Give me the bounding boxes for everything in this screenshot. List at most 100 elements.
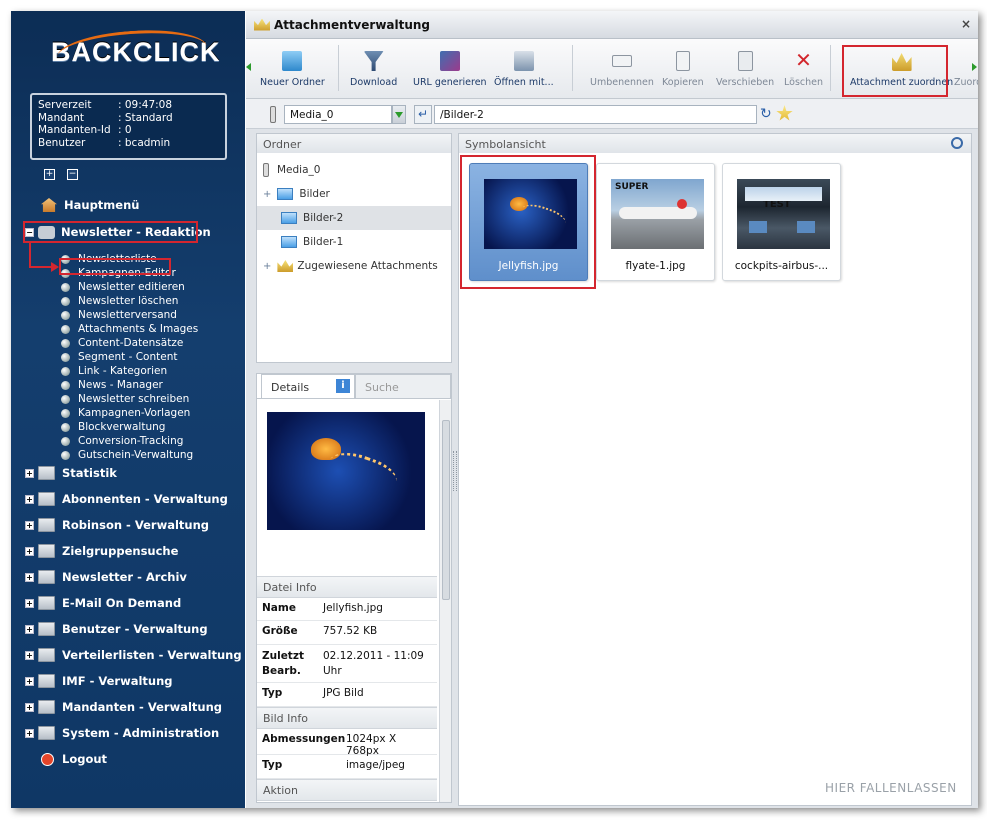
umbenennen-button[interactable]: Umbenennen (590, 51, 654, 88)
scrollbar[interactable] (439, 400, 451, 802)
submenu-item[interactable]: Newsletter schreiben (61, 392, 189, 406)
bild-info-section: Bild Info (257, 707, 437, 729)
download-button[interactable]: Download (350, 51, 397, 88)
zoom-icon[interactable] (951, 137, 963, 149)
expand-icon[interactable]: + (25, 494, 34, 504)
submenu-item[interactable]: Attachments & Images (61, 322, 198, 336)
scrollbar-thumb[interactable] (442, 420, 450, 600)
submenu-item[interactable]: Gutschein-Verwaltung (61, 448, 193, 462)
splitter-handle[interactable] (453, 451, 457, 491)
copy-icon (675, 51, 690, 71)
menu-hauptmenu[interactable]: Hauptmenü (41, 196, 139, 214)
bullet-icon (61, 450, 70, 460)
expand-icon[interactable]: + (25, 676, 34, 686)
menu-section[interactable]: + System - Administration (25, 724, 219, 742)
submenu-item[interactable]: Kampagnen-Vorlagen (61, 406, 190, 420)
expand-icon[interactable]: + (25, 546, 34, 556)
menu-section[interactable]: + Abonnenten - Verwaltung (25, 490, 228, 508)
oeffnen-mit-button[interactable]: Öffnen mit... (494, 51, 554, 88)
bullet-icon (61, 380, 70, 390)
home-icon (41, 198, 57, 212)
expand-icon[interactable]: + (25, 520, 34, 530)
expand-icon[interactable]: + (25, 598, 34, 608)
folder-tree: Media_0 + Bilder Bilder-2 Bilder-1 + Zug… (256, 153, 452, 363)
bullet-icon (61, 422, 70, 432)
menu-section[interactable]: + E-Mail On Demand (25, 594, 181, 612)
expand-all-icon[interactable]: + (44, 169, 55, 180)
menu-section[interactable]: + Mandanten - Verwaltung (25, 698, 222, 716)
aktion-section[interactable]: Aktion (257, 779, 437, 801)
plane-tail (677, 199, 687, 209)
symbolansicht-header: Symbolansicht (458, 133, 972, 155)
expand-icon[interactable]: + (25, 572, 34, 582)
expand-plus-icon[interactable]: + (263, 261, 271, 272)
scroll-left-icon[interactable] (246, 63, 251, 71)
ordner-header: Ordner (256, 133, 452, 155)
expand-icon[interactable]: + (25, 650, 34, 660)
url-generieren-button[interactable]: URL generieren (413, 51, 487, 88)
close-icon[interactable]: × (960, 18, 972, 31)
sidebar: BACKCLICK Serverzeit: 09:47:08 Mandant: … (11, 11, 245, 808)
loeschen-button[interactable]: ✕ Löschen (784, 50, 823, 88)
symbol-view: Jellyfish.jpg SUPER flyate-1.jpg TEST co… (458, 153, 972, 806)
submenu-item[interactable]: Conversion-Tracking (61, 434, 183, 448)
section-folder-icon (38, 492, 55, 506)
submenu-item[interactable]: Newsletter editieren (61, 280, 185, 294)
drop-zone-label[interactable]: HIER FALLENLASSEN (825, 781, 957, 795)
media-select[interactable]: Media_0 (284, 105, 392, 124)
submenu-item[interactable]: News - Manager (61, 378, 163, 392)
tree-item-zugewiesene[interactable]: + Zugewiesene Attachments (257, 254, 451, 278)
power-icon (41, 752, 54, 766)
menu-section[interactable]: + Robinson - Verwaltung (25, 516, 209, 534)
refresh-icon[interactable]: ↻ (760, 107, 772, 121)
expand-icon[interactable]: + (25, 468, 34, 478)
expand-icon[interactable]: + (25, 702, 34, 712)
neuer-ordner-button[interactable]: Neuer Ordner (260, 51, 325, 88)
favorite-star-icon[interactable] (776, 105, 793, 121)
submenu-item[interactable]: Newsletterversand (61, 308, 177, 322)
tree-item-bilder-2[interactable]: Bilder-2 (257, 206, 451, 230)
media-icon (263, 163, 269, 177)
crown-icon (277, 260, 294, 272)
menu-section[interactable]: + Newsletter - Archiv (25, 568, 187, 586)
menu-section[interactable]: + IMF - Verwaltung (25, 672, 173, 690)
submenu-item[interactable]: Link - Kategorien (61, 364, 167, 378)
kopieren-button[interactable]: Kopieren (662, 51, 704, 88)
menu-section[interactable]: + Benutzer - Verwaltung (25, 620, 208, 638)
path-field[interactable]: /Bilder-2 (434, 105, 757, 124)
submenu-item[interactable]: Content-Datensätze (61, 336, 183, 350)
submenu-item[interactable]: Blockverwaltung (61, 420, 165, 434)
details-panel: Details i Suche Datei Info Name Jellyfish… (256, 373, 452, 803)
datei-info-section: Datei Info (257, 576, 437, 598)
submenu-item[interactable]: Newsletter löschen (61, 294, 178, 308)
menu-section[interactable]: + Statistik (25, 464, 117, 482)
info-row-abmessungen: Abmessungen 1024px X 768px (257, 729, 437, 757)
arrow-head-icon (51, 262, 59, 272)
file-tile[interactable]: TEST cockpits-airbus-... (722, 163, 841, 281)
tree-item-bilder-1[interactable]: Bilder-1 (257, 230, 451, 254)
scroll-right-icon[interactable] (972, 63, 977, 71)
dropdown-button[interactable] (392, 105, 406, 124)
tree-item-bilder[interactable]: + Bilder (257, 182, 451, 206)
expand-icon[interactable]: + (25, 728, 34, 738)
expand-plus-icon[interactable]: + (263, 189, 271, 200)
tab-suche[interactable]: Suche (355, 374, 451, 398)
menu-section[interactable]: + Zielgruppensuche (25, 542, 178, 560)
menu-logout[interactable]: Logout (41, 750, 107, 768)
info-icon: i (336, 379, 350, 393)
menu-section[interactable]: + Verteilerlisten - Verwaltung (25, 646, 242, 664)
folder-up-icon[interactable]: ↵ (414, 105, 432, 124)
expand-icon[interactable]: + (25, 624, 34, 634)
folder-icon (281, 236, 297, 248)
separator (830, 45, 831, 91)
submenu-item[interactable]: Segment - Content (61, 350, 177, 364)
cockpit-display (749, 221, 767, 233)
file-tile[interactable]: SUPER flyate-1.jpg (596, 163, 715, 281)
info-row-name: Name Jellyfish.jpg (257, 598, 437, 621)
tree-root[interactable]: Media_0 (257, 158, 451, 182)
info-row-groesse: Größe 757.52 KB (257, 621, 437, 645)
tab-details[interactable]: Details i (261, 374, 355, 398)
collapse-all-icon[interactable]: − (67, 169, 78, 180)
toolbar: Neuer Ordner Download URL generieren Öff… (246, 39, 978, 99)
verschieben-button[interactable]: Verschieben (716, 51, 774, 88)
